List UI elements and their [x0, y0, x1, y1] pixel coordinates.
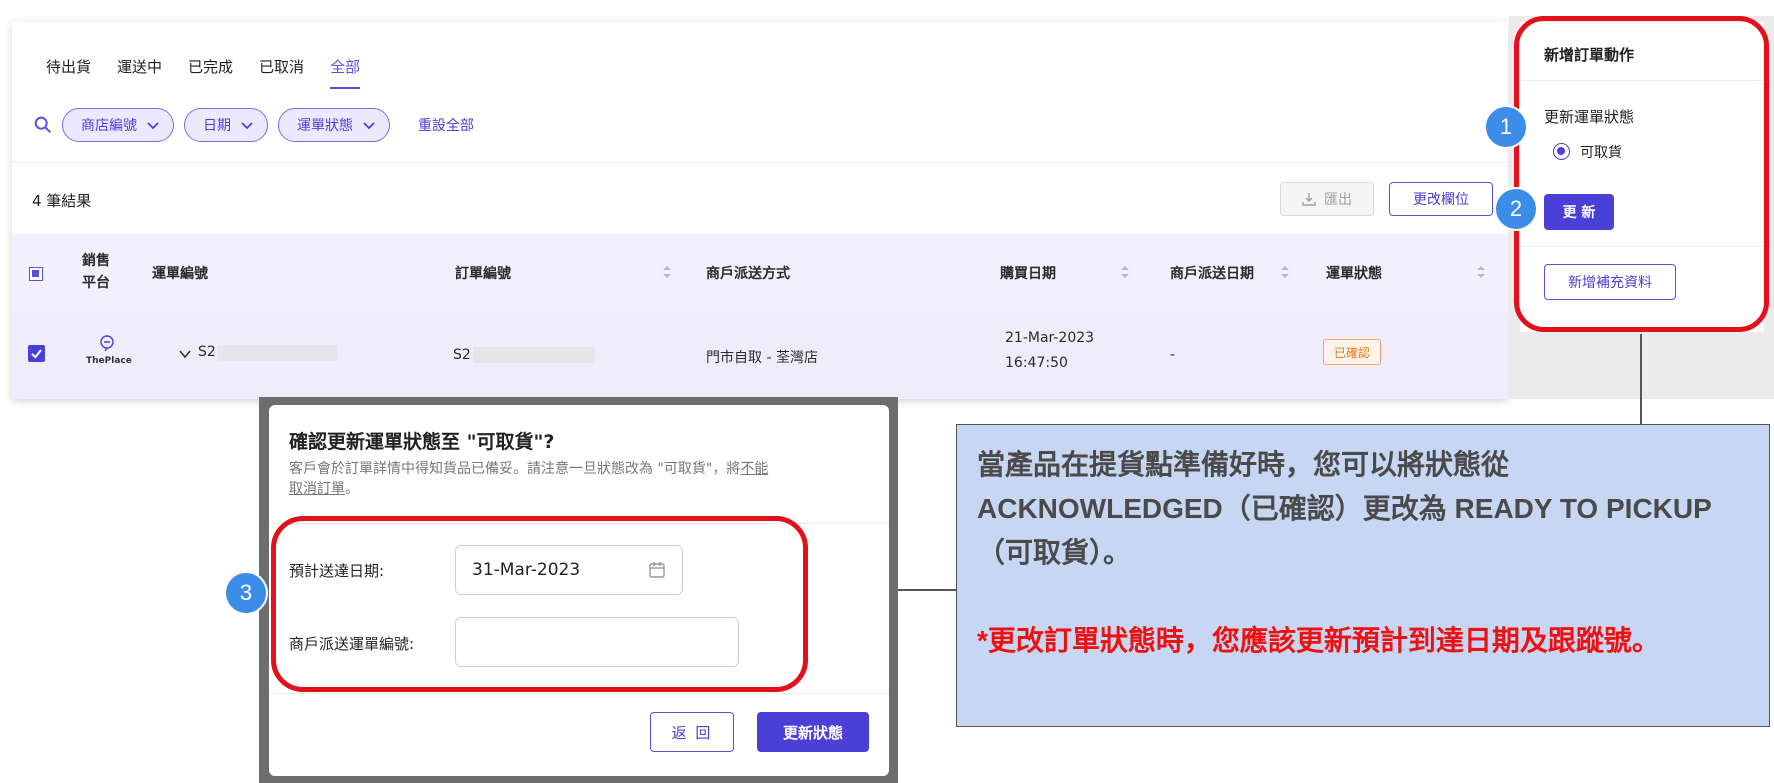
search-icon[interactable] [32, 114, 54, 136]
dialog-title: 確認更新運單狀態至 "可取貨"? [289, 431, 555, 453]
step-marker-1: 1 [1484, 105, 1528, 149]
column-header-order: 訂單編號 [455, 266, 511, 282]
calendar-icon[interactable] [648, 561, 666, 579]
theplace-logo-icon [100, 335, 114, 352]
chevron-down-icon[interactable] [178, 348, 192, 360]
column-header-merchant-date: 商戶派送日期 [1170, 266, 1254, 282]
platform-name: ThePlace [86, 356, 132, 366]
redacted-mask [473, 347, 595, 363]
connector-line [890, 589, 958, 591]
tracking-number-label: 商戶派送運單編號: [289, 635, 415, 653]
merchant-date: - [1170, 347, 1176, 363]
order-action-panel: 新增訂單動作 更新運單狀態 可取貨 更 新 新增補充資料 [1520, 22, 1764, 332]
sort-icon[interactable] [1476, 265, 1486, 279]
table-header: 銷售平台 運單編號 訂單編號 商戶派送方式 購買日期 商戶派送日期 運單狀態 [12, 234, 1508, 312]
ready-to-pickup-radio[interactable] [1553, 143, 1570, 160]
download-icon [1302, 193, 1316, 206]
delivery-method: 門市自取 - 荃灣店 [706, 350, 818, 366]
eta-label: 預計送達日期: [289, 562, 385, 580]
row-checkbox[interactable] [28, 345, 45, 362]
tab-completed[interactable]: 已完成 [188, 56, 233, 89]
filter-chip-label: 日期 [203, 118, 231, 134]
connector-line [1640, 334, 1642, 426]
eta-date-input[interactable]: 31-Mar-2023 [455, 545, 683, 595]
filter-chip-label: 商店編號 [81, 118, 137, 134]
filter-chip-store-id[interactable]: 商店編號 [62, 108, 174, 142]
annotation-main-text: 當產品在提貨點準備好時，您可以將狀態從 ACKNOWLEDGED（已確認）更改為… [977, 449, 1712, 568]
change-columns-button[interactable]: 更改欄位 [1389, 182, 1493, 216]
column-header-status: 運單狀態 [1326, 266, 1382, 282]
purchase-time: 16:47:50 [1005, 355, 1068, 371]
filter-chip-label: 運單狀態 [297, 118, 353, 134]
sort-icon[interactable] [1280, 265, 1290, 279]
table-row[interactable]: ThePlace S2 S2 門市自取 - 荃灣店 21-Mar-2023 16… [12, 312, 1508, 399]
annotation-note: 當產品在提貨點準備好時，您可以將狀態從 ACKNOWLEDGED（已確認）更改為… [956, 424, 1770, 727]
update-status-heading: 更新運單狀態 [1544, 108, 1635, 126]
step-marker-2: 2 [1494, 187, 1538, 231]
update-status-button[interactable]: 更新狀態 [757, 712, 869, 752]
tracking-number-input[interactable] [455, 617, 739, 667]
divider [269, 693, 889, 694]
sort-icon[interactable] [662, 265, 672, 279]
order-number[interactable]: S2 [453, 347, 471, 363]
dialog-description: 客戶會於訂單詳情中得知貨品已備妥。請注意一旦狀態改為 "可取貨"，將不能取消訂單… [289, 459, 769, 499]
eta-date-value: 31-Mar-2023 [472, 560, 581, 580]
add-supplementary-info-button[interactable]: 新增補充資料 [1544, 264, 1676, 300]
chevron-down-icon [363, 122, 375, 130]
update-button[interactable]: 更 新 [1544, 194, 1614, 230]
redacted-mask [218, 345, 338, 361]
status-badge: 已確認 [1323, 339, 1382, 365]
select-all-checkbox[interactable] [29, 267, 43, 281]
orders-panel: 待出貨 運送中 已完成 已取消 全部 商店編號 日期 運單狀態 重設全部 4 筆… [12, 22, 1508, 399]
column-header-delivery-method: 商戶派送方式 [706, 266, 790, 282]
waybill-number[interactable]: S2 [198, 344, 216, 360]
divider [12, 162, 1508, 163]
action-panel-title: 新增訂單動作 [1544, 46, 1635, 64]
check-icon [31, 349, 42, 359]
back-button[interactable]: 返 回 [650, 712, 734, 752]
filter-chip-date[interactable]: 日期 [184, 108, 268, 142]
annotation-warning-text: *更改訂單狀態時，您應該更新預計到達日期及跟蹤號。 [977, 625, 1660, 656]
sort-icon[interactable] [1120, 265, 1130, 279]
reset-all-link[interactable]: 重設全部 [418, 115, 474, 135]
ready-to-pickup-label[interactable]: 可取貨 [1580, 142, 1622, 162]
chevron-down-icon [241, 122, 253, 130]
dialog-description-text: 客戶會於訂單詳情中得知貨品已備妥。請注意一旦狀態改為 "可取貨"，將 [289, 461, 741, 477]
dialog-description-end: 。 [345, 481, 359, 497]
export-button[interactable]: 匯出 [1280, 182, 1374, 216]
confirm-status-dialog: 確認更新運單狀態至 "可取貨"? 客戶會於訂單詳情中得知貨品已備妥。請注意一旦狀… [269, 405, 889, 776]
results-count: 4 筆結果 [32, 192, 92, 210]
column-header-platform: 銷售平台 [82, 253, 110, 291]
divider [269, 523, 889, 524]
step-marker-3: 3 [224, 571, 268, 615]
filter-chip-waybill-status[interactable]: 運單狀態 [278, 108, 390, 142]
tab-in-transit[interactable]: 運送中 [117, 56, 162, 89]
divider [1520, 80, 1764, 81]
tab-all[interactable]: 全部 [330, 56, 361, 89]
chevron-down-icon [147, 122, 159, 130]
status-tabs: 待出貨 運送中 已完成 已取消 全部 [46, 56, 386, 89]
column-header-waybill: 運單編號 [152, 266, 208, 282]
column-header-purchase-date: 購買日期 [1000, 266, 1056, 282]
tab-pending-shipment[interactable]: 待出貨 [46, 56, 91, 89]
filter-row: 商店編號 日期 運單狀態 重設全部 [32, 108, 474, 142]
tab-cancelled[interactable]: 已取消 [259, 56, 304, 89]
divider [1520, 246, 1764, 247]
purchase-date: 21-Mar-2023 [1005, 330, 1095, 346]
export-label: 匯出 [1324, 192, 1352, 208]
